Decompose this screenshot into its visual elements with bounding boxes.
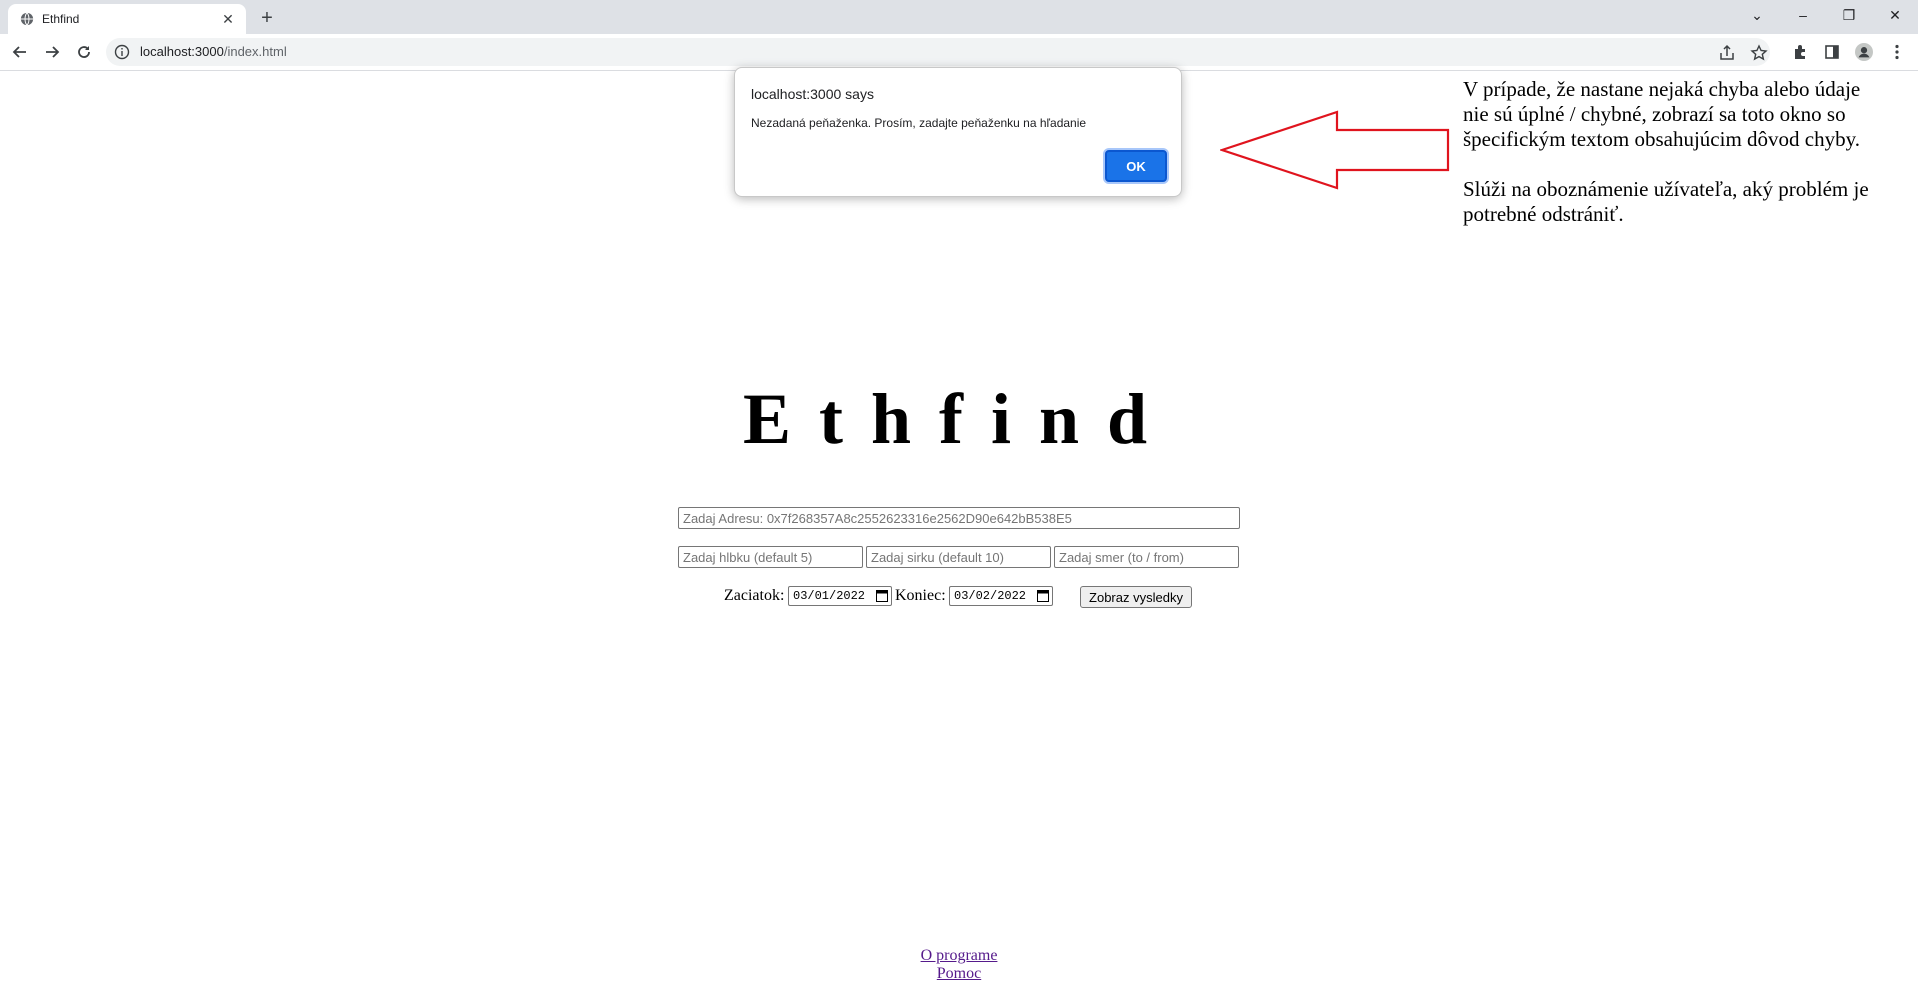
close-tab-icon[interactable]: ✕ [220, 11, 236, 27]
width-input[interactable] [866, 546, 1051, 568]
tab-search-icon[interactable]: ⌄ [1734, 0, 1780, 30]
start-date-value: 03/01/2022 [793, 589, 866, 603]
side-panel-icon[interactable] [1823, 43, 1841, 61]
depth-input[interactable] [678, 546, 863, 568]
ok-button[interactable]: OK [1105, 150, 1167, 182]
direction-input[interactable] [1054, 546, 1239, 568]
new-tab-button[interactable]: + [256, 7, 278, 29]
calendar-icon[interactable] [876, 589, 888, 602]
annotation-paragraph-1: V prípade, že nastane nejaká chyba alebo… [1463, 77, 1861, 151]
date-range-row: Zaciatok: 03/01/2022 Koniec: 03/02/2022 … [0, 584, 1918, 608]
alert-dialog: localhost:3000 says Nezadaná peňaženka. … [734, 67, 1182, 197]
annotation-arrow [1220, 110, 1450, 190]
browser-toolbar: localhost:3000/index.html [0, 34, 1918, 71]
info-icon[interactable] [114, 44, 130, 60]
puzzle-icon[interactable] [1791, 43, 1809, 61]
forward-icon[interactable] [40, 40, 64, 64]
browser-tab[interactable]: Ethfind ✕ [8, 4, 246, 34]
footer-links: O programe Pomoc [0, 947, 1918, 983]
star-icon[interactable] [1750, 44, 1768, 62]
url-text: localhost:3000/index.html [140, 44, 287, 59]
reload-icon[interactable] [72, 40, 96, 64]
end-date-value: 03/02/2022 [954, 589, 1027, 603]
globe-icon [20, 12, 34, 26]
page-title: Ethfind [742, 379, 1176, 459]
back-icon[interactable] [8, 40, 32, 64]
tab-strip: Ethfind ✕ + ⌄ – ❐ ✕ [0, 0, 1918, 34]
dialog-message: Nezadaná peňaženka. Prosím, zadajte peňa… [751, 116, 1087, 130]
end-date-label: Koniec: [895, 587, 946, 604]
close-window-icon[interactable]: ✕ [1872, 0, 1918, 30]
annotation-text: V prípade, že nastane nejaká chyba alebo… [1463, 77, 1873, 227]
dialog-title: localhost:3000 says [751, 86, 874, 102]
address-bar[interactable]: localhost:3000/index.html [106, 38, 1770, 66]
restore-icon[interactable]: ❐ [1826, 0, 1872, 30]
calendar-icon[interactable] [1037, 589, 1049, 602]
address-input[interactable] [678, 507, 1240, 529]
share-icon[interactable] [1718, 44, 1736, 62]
about-link[interactable]: O programe [0, 947, 1918, 965]
help-link[interactable]: Pomoc [0, 965, 1918, 983]
tab-title: Ethfind [42, 12, 80, 26]
start-date-label: Zaciatok: [724, 587, 785, 604]
kebab-menu-icon[interactable] [1888, 43, 1906, 61]
start-date-input[interactable]: 03/01/2022 [788, 586, 892, 606]
url-host: localhost:3000 [140, 44, 224, 59]
end-date-input[interactable]: 03/02/2022 [949, 586, 1053, 606]
annotation-paragraph-2: Slúži na oboznámenie užívateľa, aký prob… [1463, 177, 1869, 226]
minimize-icon[interactable]: – [1780, 0, 1826, 30]
profile-icon[interactable] [1855, 43, 1873, 61]
show-results-button[interactable]: Zobraz vysledky [1080, 586, 1192, 608]
url-path: /index.html [223, 44, 287, 59]
